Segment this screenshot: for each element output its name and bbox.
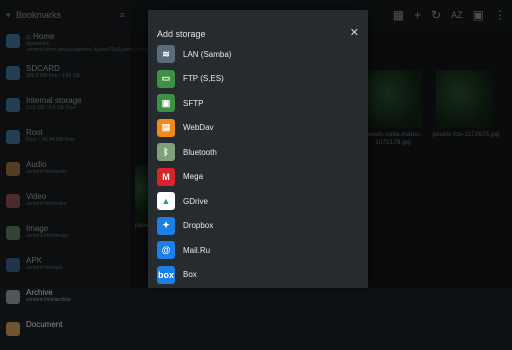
- storage-option[interactable]: @ Mail.Ru: [157, 238, 362, 263]
- dialog-title: Add storage: [157, 29, 206, 39]
- webdav-icon: ▤: [157, 118, 175, 137]
- storage-option-label: Mail.Ru: [183, 245, 211, 255]
- folder-icon: [6, 322, 20, 336]
- storage-option-label: SFTP: [183, 98, 204, 108]
- sidebar-item-label: Document: [26, 320, 63, 329]
- storage-option[interactable]: ▭ FTP (S,ES): [157, 67, 362, 92]
- storage-option-label: Mega: [183, 172, 204, 182]
- storage-option[interactable]: ≋ LAN (Samba): [157, 42, 362, 67]
- wifi-icon: ≋: [157, 45, 175, 64]
- storage-option[interactable]: ▣ SFTP: [157, 91, 362, 116]
- mega-icon: M: [157, 167, 175, 186]
- add-storage-dialog: Add storage ✕ ≋ LAN (Samba) ▭ FTP (S,ES) ▣ SF…: [148, 10, 368, 288]
- close-icon[interactable]: ✕: [350, 26, 359, 39]
- bluetooth-icon: ᛒ: [157, 143, 175, 162]
- sidebar-item-label: Archive: [26, 288, 53, 297]
- sidebar-item-sub: content://mx/archive: [26, 297, 71, 303]
- storage-option-label: LAN (Samba): [183, 49, 232, 59]
- ftp-icon: ▭: [157, 69, 175, 88]
- storage-option[interactable]: M Mega: [157, 165, 362, 190]
- storage-option-label: Box: [183, 270, 197, 280]
- storage-option-label: Bluetooth: [183, 147, 217, 157]
- storage-option[interactable]: ▤ WebDav: [157, 116, 362, 141]
- storage-option-label: GDrive: [183, 196, 208, 206]
- sftp-icon: ▣: [157, 94, 175, 113]
- box-icon: box: [157, 265, 175, 284]
- sidebar-item[interactable]: Archive content://mx/archive: [0, 286, 131, 318]
- dropbox-icon: ✦: [157, 216, 175, 235]
- storage-option-label: WebDav: [183, 123, 214, 133]
- folder-icon: [6, 290, 20, 304]
- storage-option[interactable]: ▲ GDrive: [157, 189, 362, 214]
- storage-option[interactable]: box Box: [157, 263, 362, 288]
- gdrive-icon: ▲: [157, 192, 175, 211]
- storage-list: ≋ LAN (Samba) ▭ FTP (S,ES) ▣ SFTP ▤ WebDav ᛒ Blue…: [157, 42, 362, 287]
- storage-option-label: Dropbox: [183, 221, 214, 231]
- mailru-icon: @: [157, 241, 175, 260]
- storage-option[interactable]: ᛒ Bluetooth: [157, 140, 362, 165]
- sidebar-item[interactable]: Document: [0, 318, 131, 350]
- storage-option[interactable]: ✦ Dropbox: [157, 214, 362, 239]
- storage-option-label: FTP (S,ES): [183, 74, 224, 84]
